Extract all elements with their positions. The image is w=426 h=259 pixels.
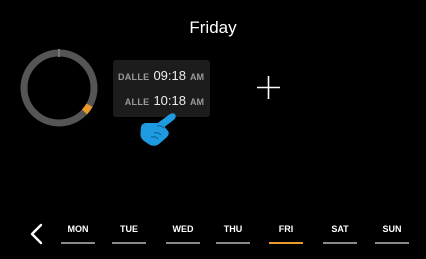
- end-time-ampm: AM: [190, 97, 204, 107]
- day-tab-label: WED: [172, 224, 194, 234]
- day-tab-sun[interactable]: SUN: [374, 224, 410, 244]
- day-tab-thu[interactable]: THU: [215, 224, 251, 244]
- start-time-label: DALLE: [117, 72, 150, 82]
- day-tab-sat[interactable]: SAT: [322, 224, 358, 244]
- day-ring-active-segment: [81, 103, 93, 115]
- plus-icon[interactable]: [256, 75, 281, 100]
- day-tab-tue[interactable]: TUE: [111, 224, 147, 244]
- day-tab-underline: [166, 242, 200, 244]
- start-time-value[interactable]: 09:18: [153, 68, 186, 83]
- day-tab-label: THU: [223, 224, 243, 234]
- start-time-ampm: AM: [190, 72, 204, 82]
- day-ring-track: [20, 49, 98, 127]
- day-tab-label: SUN: [382, 224, 402, 234]
- day-tab-fri[interactable]: FRI: [268, 224, 304, 244]
- day-tab-label: FRI: [278, 224, 294, 234]
- chevron-left-icon[interactable]: [28, 223, 46, 245]
- day-tab-underline: [375, 242, 409, 244]
- day-tab-underline: [269, 242, 303, 244]
- page-title: Friday: [189, 18, 237, 37]
- day-tab-underline: [61, 242, 95, 244]
- pointing-hand-icon: [140, 113, 176, 146]
- day-tab-label: MON: [67, 224, 89, 234]
- day-ring: [20, 49, 98, 127]
- end-time-value[interactable]: 10:18: [153, 93, 186, 108]
- day-tab-underline: [112, 242, 146, 244]
- start-time-row[interactable]: DALLE 09:18 AM: [118, 68, 204, 83]
- end-time-label: ALLE: [124, 97, 150, 107]
- day-tab-underline: [216, 242, 250, 244]
- day-tab-label: TUE: [120, 224, 138, 234]
- day-tab-wed[interactable]: WED: [165, 224, 201, 244]
- day-tab-mon[interactable]: MON: [60, 224, 96, 244]
- day-tab-label: SAT: [331, 224, 349, 234]
- day-tab-underline: [323, 242, 357, 244]
- end-time-row[interactable]: ALLE 10:18 AM: [125, 93, 204, 108]
- time-range-card[interactable]: DALLE 09:18 AM ALLE 10:18 AM: [113, 60, 210, 117]
